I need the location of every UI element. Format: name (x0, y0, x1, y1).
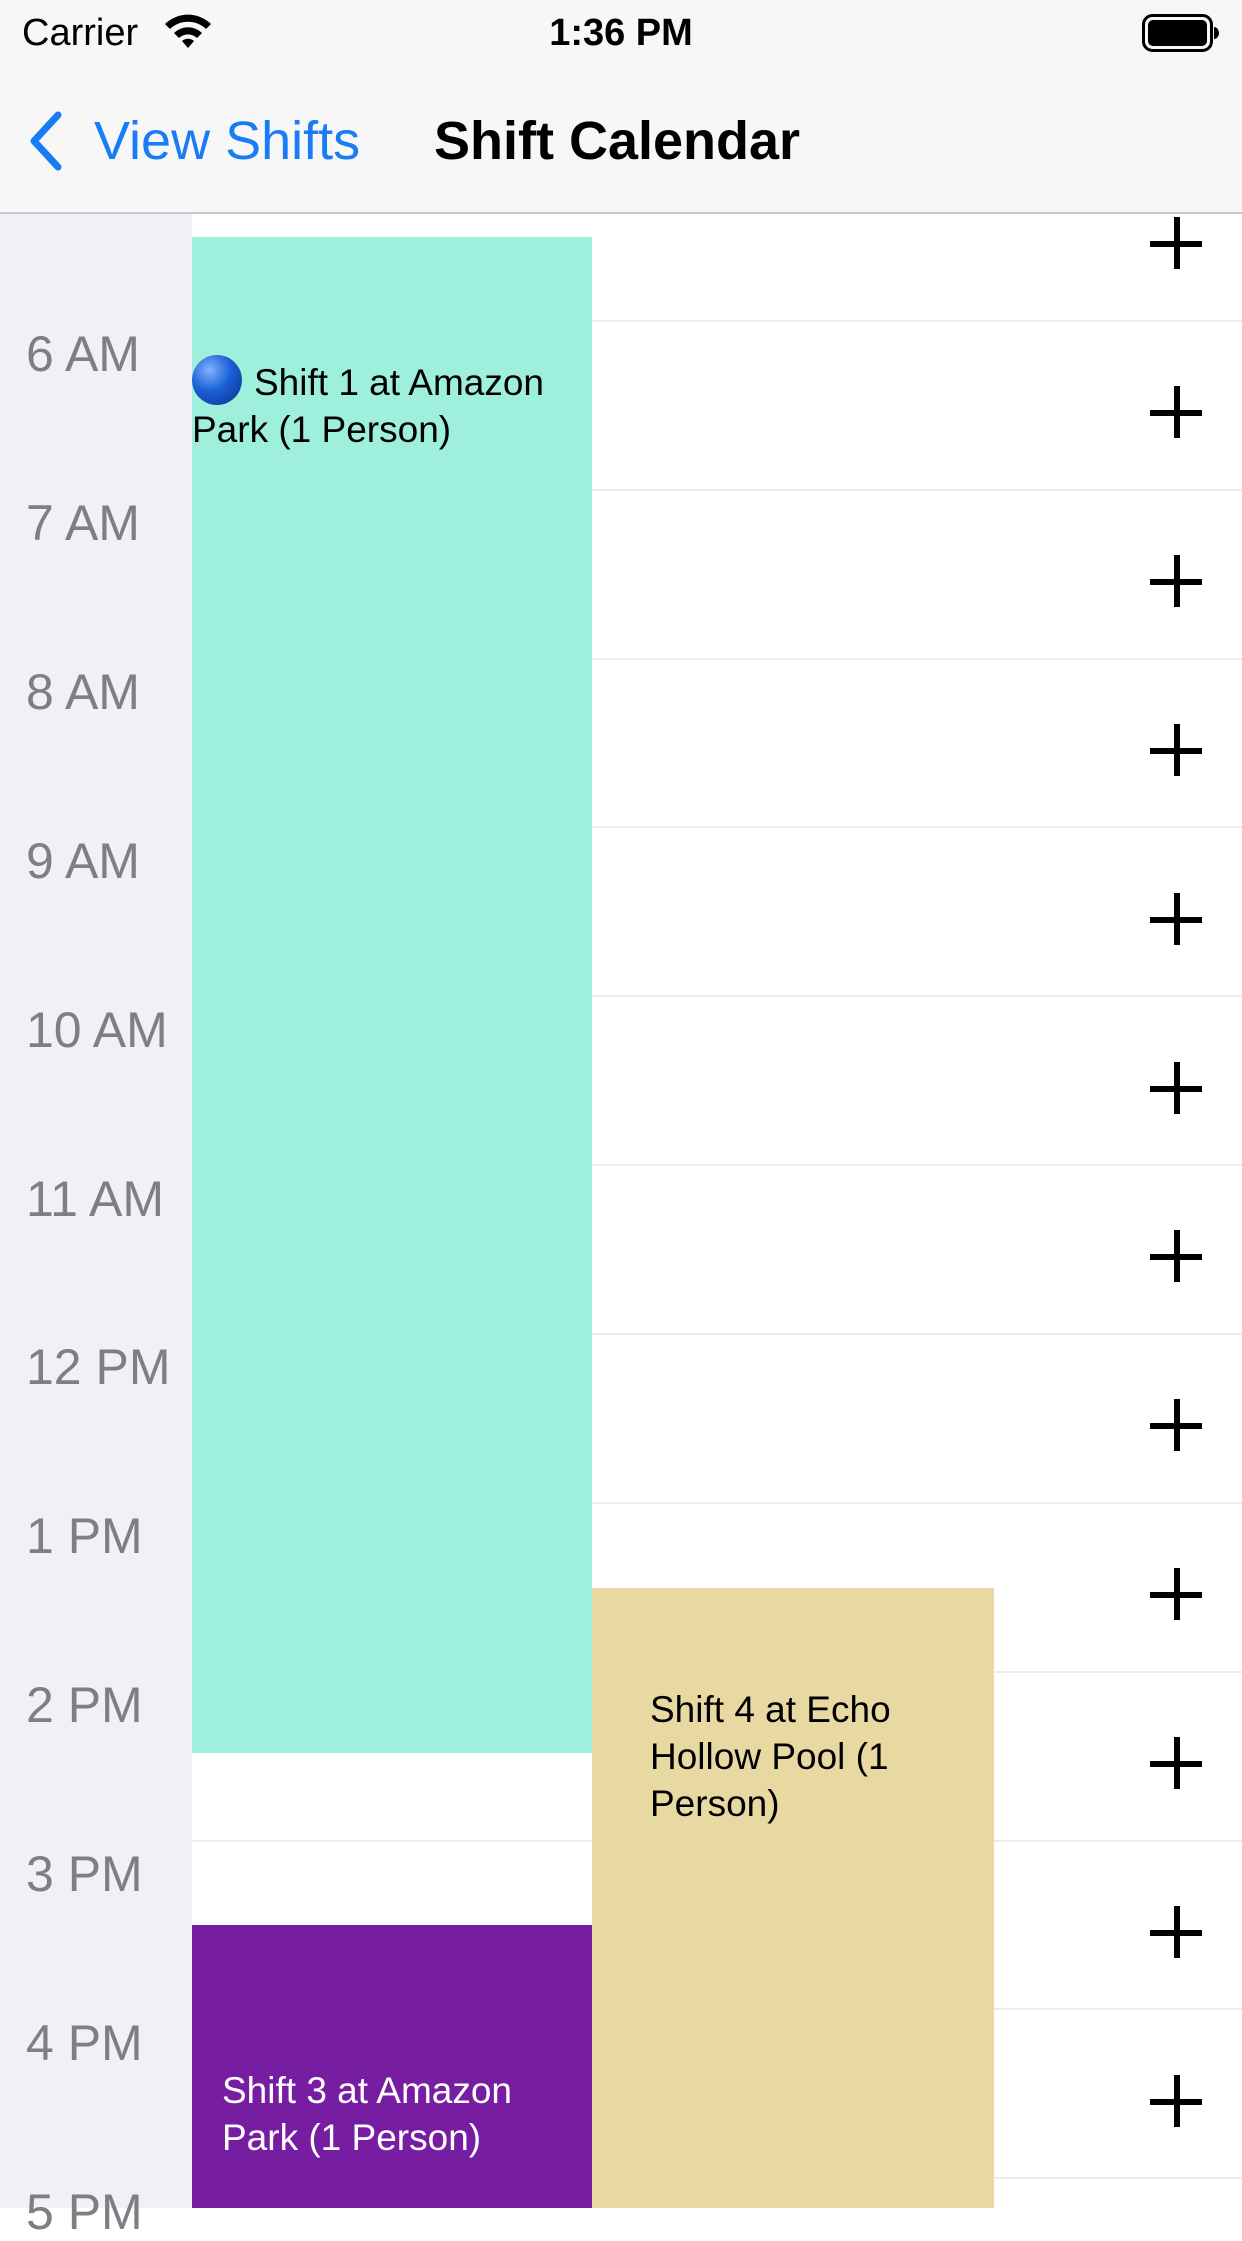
hour-label: 1 PM (26, 1508, 143, 1564)
hour-label: 10 AM (26, 1002, 168, 1058)
add-shift-button[interactable] (1146, 1395, 1206, 1455)
status-time: 1:36 PM (549, 12, 693, 54)
add-shift-button[interactable] (1146, 382, 1206, 442)
blue-circle-icon (192, 355, 242, 405)
shift-event-title: Shift 4 at Echo Hollow Pool (1 Person) (650, 1689, 891, 1824)
chevron-left-icon (30, 111, 62, 171)
hour-label: 12 PM (26, 1339, 171, 1395)
add-shift-button[interactable] (1146, 720, 1206, 780)
hour-label: 2 PM (26, 1677, 143, 1733)
add-shift-button[interactable] (1146, 1733, 1206, 1793)
shift-event-title: Shift 3 at Amazon Park (1 Person) (222, 2070, 513, 2158)
hour-label: 11 AM (26, 1171, 165, 1227)
status-bar: Carrier 1:36 PM (0, 0, 1242, 68)
add-shift-button[interactable] (1146, 1902, 1206, 1962)
hour-label: 9 AM (26, 833, 140, 889)
hour-label: 5 PM (26, 2184, 143, 2240)
hour-label: 7 AM (26, 495, 140, 551)
shift-event-1[interactable]: Shift 1 at Amazon Park (1 Person) (192, 237, 592, 1753)
shift-event-3[interactable]: Shift 3 at Amazon Park (1 Person) (192, 1925, 592, 2208)
add-shift-button[interactable] (1146, 213, 1206, 273)
add-shift-button[interactable] (1146, 1226, 1206, 1286)
add-shift-button[interactable] (1146, 551, 1206, 611)
add-shift-button[interactable] (1146, 889, 1206, 949)
back-button-label: View Shifts (94, 111, 361, 171)
hour-label: 6 AM (26, 326, 140, 382)
navigation-bar: View Shifts Shift Calendar (0, 68, 1242, 214)
add-shift-button[interactable] (1146, 1058, 1206, 1118)
back-button[interactable]: View Shifts (24, 106, 360, 176)
add-shift-button[interactable] (1146, 2071, 1206, 2131)
shift-event-title: Shift 1 at Amazon Park (1 Person) (192, 362, 545, 450)
shift-event-4[interactable]: Shift 4 at Echo Hollow Pool (1 Person) (592, 1588, 994, 2208)
add-shift-button[interactable] (1146, 1564, 1206, 1624)
page-title: Shift Calendar (434, 111, 801, 171)
battery-icon (1142, 14, 1219, 52)
hour-label: 8 AM (26, 664, 140, 720)
hour-label: 4 PM (26, 2015, 143, 2071)
hour-label: 3 PM (26, 1846, 143, 1902)
